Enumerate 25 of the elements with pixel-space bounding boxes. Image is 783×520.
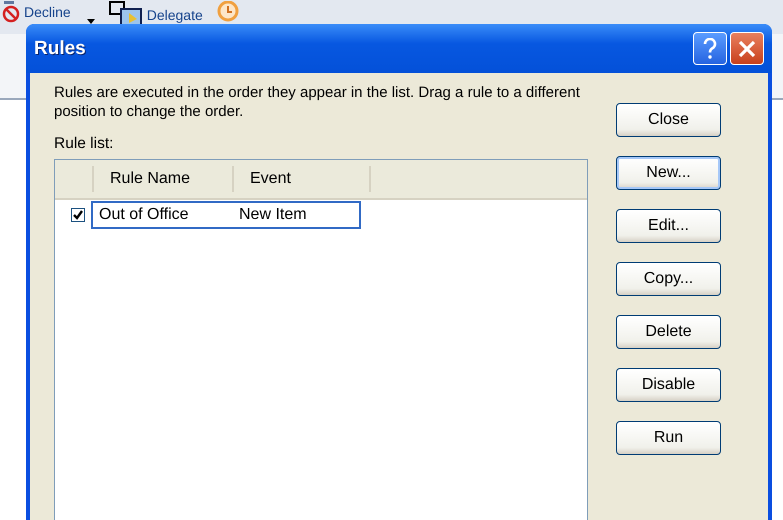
list-label: Rule list:: [54, 135, 114, 153]
table-cell-text: New Item: [238, 206, 308, 224]
checkbox[interactable]: [71, 208, 85, 222]
help-button[interactable]: [693, 32, 727, 65]
window-title: Rules: [34, 38, 87, 60]
dialog-button[interactable]: Copy...: [616, 262, 721, 296]
column-header[interactable]: Event: [234, 166, 371, 192]
dialog-button[interactable]: Edit...: [616, 209, 721, 243]
decline-icon: [2, 1, 20, 23]
dialog-button[interactable]: New...: [616, 156, 721, 190]
toolbar-button[interactable]: Delegate: [146, 6, 203, 24]
close-icon: [738, 40, 756, 58]
rule-list[interactable]: Rule Name Event Out of Office New Item: [54, 159, 588, 520]
dialog-button[interactable]: Disable: [616, 368, 721, 402]
dialog-button[interactable]: Close: [616, 103, 721, 137]
description-text: Rules are executed in the order they appear in the list. Drag a rule to a different position to change the order.: [54, 83, 581, 121]
dialog-button[interactable]: Run: [616, 421, 721, 455]
dialog-button[interactable]: Delete: [616, 315, 721, 349]
rule-row[interactable]: Out of Office New Item: [91, 201, 361, 229]
alarm-clock-icon: [214, 1, 241, 23]
table-cell-text: Out of Office: [98, 206, 190, 224]
toolbar-button[interactable]: Decline: [24, 3, 71, 21]
close-button[interactable]: [730, 32, 764, 65]
help-icon: [703, 38, 717, 60]
column-header[interactable]: Rule Name: [94, 166, 234, 192]
